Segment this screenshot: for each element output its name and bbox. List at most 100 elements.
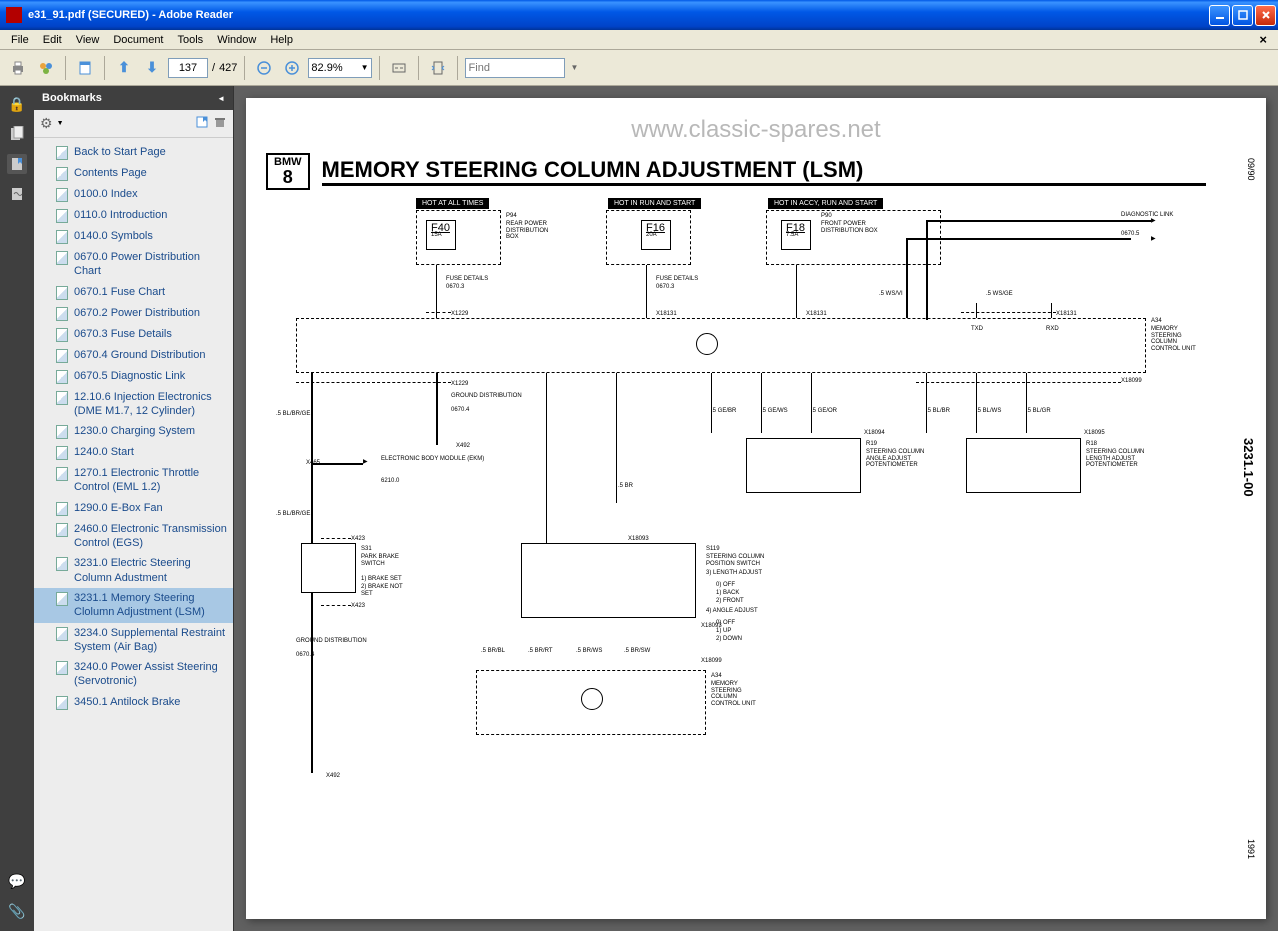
menu-help[interactable]: Help [263,32,300,48]
bookmark-item[interactable]: 0670.3 Fuse Details [34,324,233,345]
menu-edit[interactable]: Edit [36,32,69,48]
bookmark-item[interactable]: 0110.0 Introduction [34,205,233,226]
page-code: 3231.1-00 [1241,438,1256,497]
bookmark-label: 12.10.6 Injection Electronics (DME M1.7,… [74,390,227,419]
menu-file[interactable]: File [4,32,36,48]
bookmark-page-icon [56,446,68,460]
bookmark-item[interactable]: 1290.0 E-Box Fan [34,498,233,519]
bookmark-page-icon [56,627,68,641]
bookmark-page-icon [56,502,68,516]
bookmark-item[interactable]: 0670.2 Power Distribution [34,303,233,324]
separator [244,56,245,80]
menu-window[interactable]: Window [210,32,263,48]
bookmark-item[interactable]: 1230.0 Charging System [34,421,233,442]
comments-icon[interactable]: 💬 [7,871,27,891]
signatures-icon[interactable] [7,184,27,204]
pdf-page: www.classic-spares.net BMW 8 MEMORY STEE… [246,98,1266,919]
titlebar: e31_91.pdf (SECURED) - Adobe Reader [0,0,1278,30]
bookmark-page-icon [56,251,68,265]
zoom-out-button[interactable] [252,56,276,80]
menu-document[interactable]: Document [106,32,170,48]
bookmark-label: 1230.0 Charging System [74,424,195,438]
new-bookmark-icon[interactable] [195,115,209,132]
document-viewport[interactable]: www.classic-spares.net BMW 8 MEMORY STEE… [234,86,1278,931]
page-number-input[interactable] [168,58,208,78]
bookmark-item[interactable]: 3234.0 Supplemental Restraint System (Ai… [34,623,233,658]
bookmark-label: 0110.0 Introduction [74,208,167,222]
bookmark-page-icon [56,391,68,405]
collaborate-button[interactable] [34,56,58,80]
bookmark-page-icon [56,696,68,710]
bookmark-item[interactable]: 3231.1 Memory Steering Clolumn Adjustmen… [34,588,233,623]
bookmark-page-icon [56,467,68,481]
bookmark-label: 0670.2 Power Distribution [74,306,200,320]
bookmark-item[interactable]: 0670.0 Power Distribution Chart [34,247,233,282]
bookmark-label: 3231.0 Electric Steering Column Adustmen… [74,556,227,585]
bookmark-item[interactable]: 0100.0 Index [34,184,233,205]
bookmark-page-icon [56,557,68,571]
menubar: File Edit View Document Tools Window Hel… [0,30,1278,50]
options-icon[interactable]: ⚙ [40,115,53,132]
bookmark-label: 1270.1 Electronic Throttle Control (EML … [74,466,227,495]
bookmark-page-icon [56,286,68,300]
bookmark-page-icon [56,328,68,342]
bookmark-item[interactable]: Contents Page [34,163,233,184]
next-page-button[interactable]: ⬇ [140,56,164,80]
bookmark-item[interactable]: 0670.4 Ground Distribution [34,345,233,366]
maximize-button[interactable] [1232,5,1253,26]
bookmark-page-icon [56,209,68,223]
bookmarks-header: Bookmarks ◄ [34,86,233,110]
menu-view[interactable]: View [69,32,107,48]
bookmarks-list[interactable]: Back to Start PageContents Page0100.0 In… [34,138,233,931]
prev-page-button[interactable]: ⬆ [112,56,136,80]
fit-page-button[interactable] [426,56,450,80]
page-view-button[interactable] [73,56,97,80]
bookmark-page-icon [56,592,68,606]
find-input[interactable] [465,58,565,78]
security-icon[interactable]: 🔒 [7,94,27,114]
zoom-value: 82.9% [311,62,342,74]
bookmarks-icon[interactable] [7,154,27,174]
bookmarks-toolbar: ⚙▼ [34,110,233,138]
page-year: 1991 [1246,839,1256,859]
bookmark-label: 0670.3 Fuse Details [74,327,172,341]
bookmark-page-icon [56,230,68,244]
attachments-icon[interactable]: 📎 [7,901,27,921]
bookmark-label: 3240.0 Power Assist Steering (Servotroni… [74,660,227,689]
diagram-title: MEMORY STEERING COLUMN ADJUSTMENT (LSM) [322,157,1207,186]
bookmark-label: 3231.1 Memory Steering Clolumn Adjustmen… [74,591,227,620]
bookmark-item[interactable]: 0670.5 Diagnostic Link [34,366,233,387]
print-button[interactable] [6,56,30,80]
zoom-select[interactable]: 82.9%▼ [308,58,371,78]
collapse-icon[interactable]: ◄ [217,94,225,103]
bookmark-item[interactable]: 0140.0 Symbols [34,226,233,247]
bookmark-label: 0670.4 Ground Distribution [74,348,205,362]
hot-label-1: HOT AT ALL TIMES [416,198,489,209]
document-close-button[interactable]: × [1252,30,1274,49]
bookmark-item[interactable]: 1270.1 Electronic Throttle Control (EML … [34,463,233,498]
minimize-button[interactable] [1209,5,1230,26]
bookmark-item[interactable]: 2460.0 Electronic Transmission Control (… [34,519,233,554]
app-icon [6,7,22,23]
bookmark-item[interactable]: 1240.0 Start [34,442,233,463]
pages-icon[interactable] [7,124,27,144]
separator [104,56,105,80]
bookmark-label: 3234.0 Supplemental Restraint System (Ai… [74,626,227,655]
bookmark-label: 1240.0 Start [74,445,134,459]
bookmark-label: 0670.0 Power Distribution Chart [74,250,227,279]
bookmark-page-icon [56,167,68,181]
find-dropdown-icon[interactable]: ▼ [569,63,581,72]
bookmark-item[interactable]: 3231.0 Electric Steering Column Adustmen… [34,553,233,588]
bookmark-item[interactable]: 3450.1 Antilock Brake [34,692,233,713]
menu-tools[interactable]: Tools [171,32,211,48]
bookmark-item[interactable]: 3240.0 Power Assist Steering (Servotroni… [34,657,233,692]
bookmark-item[interactable]: Back to Start Page [34,142,233,163]
bookmark-label: 0670.5 Diagnostic Link [74,369,185,383]
bookmark-item[interactable]: 12.10.6 Injection Electronics (DME M1.7,… [34,387,233,422]
close-button[interactable] [1255,5,1276,26]
fit-width-button[interactable] [387,56,411,80]
zoom-in-button[interactable] [280,56,304,80]
bookmark-item[interactable]: 0670.1 Fuse Chart [34,282,233,303]
separator [418,56,419,80]
delete-bookmark-icon[interactable] [213,115,227,132]
